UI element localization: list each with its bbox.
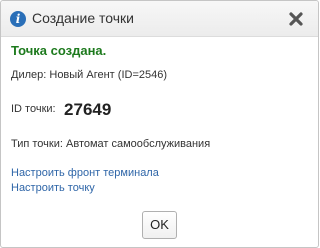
point-id-value: 27649 [64,100,112,119]
configure-terminal-front-link[interactable]: Настроить фронт терминала [11,167,159,179]
dealer-line: Дилер: Новый Агент (ID=2546) [11,69,167,81]
close-icon [289,12,303,26]
point-id-line: ID точки: 27649 [11,100,111,120]
close-button[interactable] [286,9,306,29]
ok-button[interactable]: OK [142,211,177,239]
create-point-dialog: i Создание точки Точка создана. Дилер: Н… [0,0,319,248]
dialog-titlebar[interactable]: i Создание точки [1,1,318,37]
dialog-title: Создание точки [32,10,135,26]
point-type-line: Тип точки: Автомат самообслуживания [11,138,210,150]
point-type-value: Автомат самообслуживания [66,138,211,150]
dealer-label: Дилер: [11,69,47,81]
point-id-label: ID точки: [11,103,56,115]
info-icon: i [10,11,26,27]
point-type-label: Тип точки: [11,138,63,150]
success-message: Точка создана. [11,43,107,58]
configure-point-link[interactable]: Настроить точку [11,182,95,194]
dealer-value: Новый Агент (ID=2546) [49,69,168,81]
